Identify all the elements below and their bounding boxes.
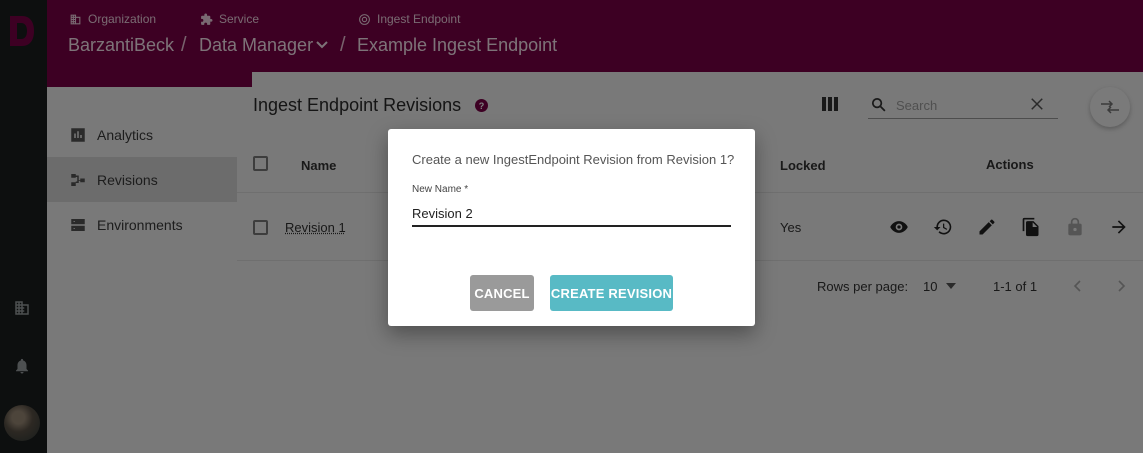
dialog-title: Create a new IngestEndpoint Revision fro…: [412, 152, 735, 167]
create-revision-dialog: Create a new IngestEndpoint Revision fro…: [388, 129, 755, 326]
new-name-field[interactable]: [412, 202, 731, 227]
cancel-button[interactable]: CANCEL: [470, 275, 534, 311]
create-revision-button[interactable]: CREATE REVISION: [550, 275, 673, 311]
new-name-label: New Name *: [412, 184, 469, 195]
